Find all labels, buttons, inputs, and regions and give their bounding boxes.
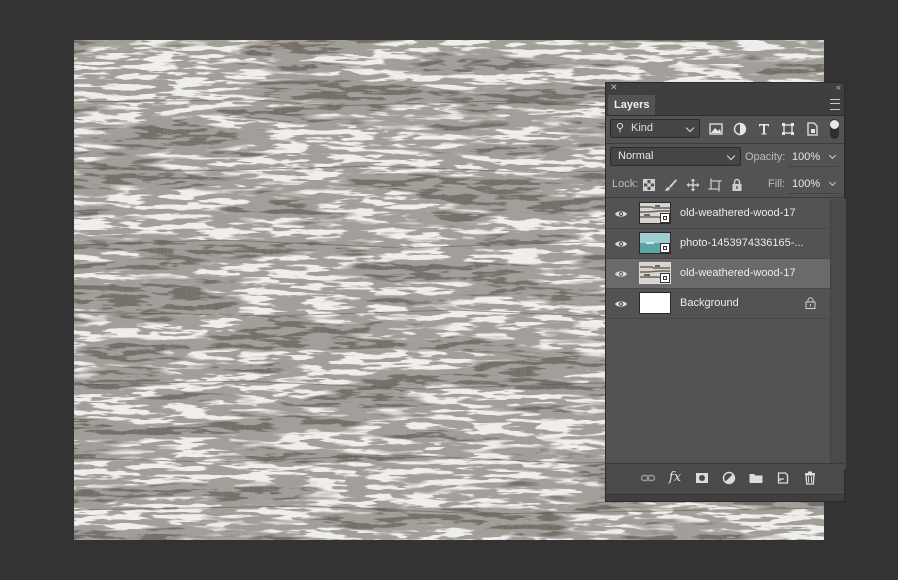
collapse-panel-icon[interactable]: ‹‹ bbox=[836, 82, 841, 92]
lock-label: Lock: bbox=[612, 178, 639, 190]
layer-row-photo[interactable]: photo-1453974336165-... bbox=[606, 229, 830, 259]
panel-menu-icon[interactable] bbox=[830, 99, 840, 110]
new-group-folder-icon[interactable] bbox=[748, 470, 764, 486]
layers-list: old-weathered-wood-17 photo-145397433616… bbox=[606, 199, 830, 319]
layer-thumbnail[interactable] bbox=[639, 232, 671, 254]
shape-filter-icon[interactable] bbox=[780, 121, 796, 137]
eye-icon[interactable] bbox=[614, 297, 628, 311]
layer-name[interactable]: photo-1453974336165-... bbox=[680, 237, 804, 249]
lock-artboard-icon[interactable] bbox=[708, 178, 722, 192]
eye-icon[interactable] bbox=[614, 267, 628, 281]
smart-object-filter-icon[interactable] bbox=[804, 121, 820, 137]
add-layer-style-fx-button[interactable]: fx bbox=[667, 470, 683, 486]
layer-row-background[interactable]: Background bbox=[606, 289, 830, 319]
tab-layers[interactable]: Layers bbox=[608, 95, 656, 115]
blend-mode-select[interactable]: Normal bbox=[610, 147, 741, 166]
adjustment-layer-icon[interactable] bbox=[721, 470, 737, 486]
lock-icon[interactable] bbox=[805, 297, 816, 309]
chevron-down-icon bbox=[828, 178, 837, 187]
delete-layer-trash-icon[interactable] bbox=[802, 470, 818, 486]
adjustment-filter-icon[interactable] bbox=[732, 121, 748, 137]
layer-thumbnail[interactable] bbox=[639, 262, 671, 284]
lock-image-pixels-brush-icon[interactable] bbox=[664, 178, 678, 192]
layer-filter-kind-select[interactable]: ⚲ Kind bbox=[610, 119, 700, 138]
image-filter-icon[interactable] bbox=[708, 121, 724, 137]
layers-panel-footer: fx bbox=[606, 463, 844, 492]
eye-icon[interactable] bbox=[614, 207, 628, 221]
lock-transparent-pixels-icon[interactable] bbox=[642, 178, 656, 192]
layer-thumbnail[interactable] bbox=[639, 292, 671, 314]
lock-all-icon[interactable] bbox=[730, 178, 744, 192]
new-layer-icon[interactable] bbox=[775, 470, 791, 486]
layer-thumbnail[interactable] bbox=[639, 202, 671, 224]
panel-resize-grip[interactable] bbox=[606, 493, 844, 501]
smart-object-badge-icon bbox=[660, 273, 670, 283]
divider bbox=[606, 197, 844, 198]
chevron-down-icon bbox=[828, 151, 837, 160]
panel-tab-bar: Layers bbox=[606, 93, 844, 116]
fill-field[interactable]: 100% bbox=[789, 176, 839, 194]
type-filter-icon[interactable] bbox=[756, 121, 772, 137]
chevron-down-icon bbox=[685, 123, 695, 133]
close-panel-icon[interactable]: ✕ bbox=[610, 82, 618, 92]
blend-mode-value: Normal bbox=[618, 150, 654, 162]
search-icon: ⚲ bbox=[616, 122, 625, 134]
filter-toggle-switch[interactable] bbox=[830, 119, 839, 139]
smart-object-badge-icon bbox=[660, 243, 670, 253]
layers-scrollbar[interactable] bbox=[830, 199, 846, 469]
kind-label: Kind bbox=[631, 122, 654, 134]
chevron-down-icon bbox=[726, 151, 736, 161]
link-layers-icon[interactable] bbox=[640, 470, 656, 486]
layer-name[interactable]: Background bbox=[680, 297, 739, 309]
smart-object-badge-icon bbox=[660, 213, 670, 223]
layer-name[interactable]: old-weathered-wood-17 bbox=[680, 207, 796, 219]
divider bbox=[606, 143, 844, 144]
fill-label: Fill: bbox=[768, 178, 786, 190]
fill-value: 100% bbox=[792, 178, 821, 190]
layer-name[interactable]: old-weathered-wood-17 bbox=[680, 267, 796, 279]
opacity-value: 100% bbox=[792, 151, 821, 163]
layer-row-old-weathered-wood-17-selected[interactable]: old-weathered-wood-17 bbox=[606, 259, 830, 289]
layer-row-old-weathered-wood-17-top[interactable]: old-weathered-wood-17 bbox=[606, 199, 830, 229]
lock-position-move-icon[interactable] bbox=[686, 178, 700, 192]
layers-panel: ✕ ‹‹ Layers ⚲ Kind Normal Opacity: 100% … bbox=[605, 82, 846, 502]
opacity-field[interactable]: 100% bbox=[789, 149, 839, 167]
eye-icon[interactable] bbox=[614, 237, 628, 251]
panel-title-bar[interactable]: ✕ ‹‹ bbox=[606, 82, 844, 93]
opacity-label: Opacity: bbox=[745, 151, 786, 163]
add-mask-icon[interactable] bbox=[694, 470, 710, 486]
